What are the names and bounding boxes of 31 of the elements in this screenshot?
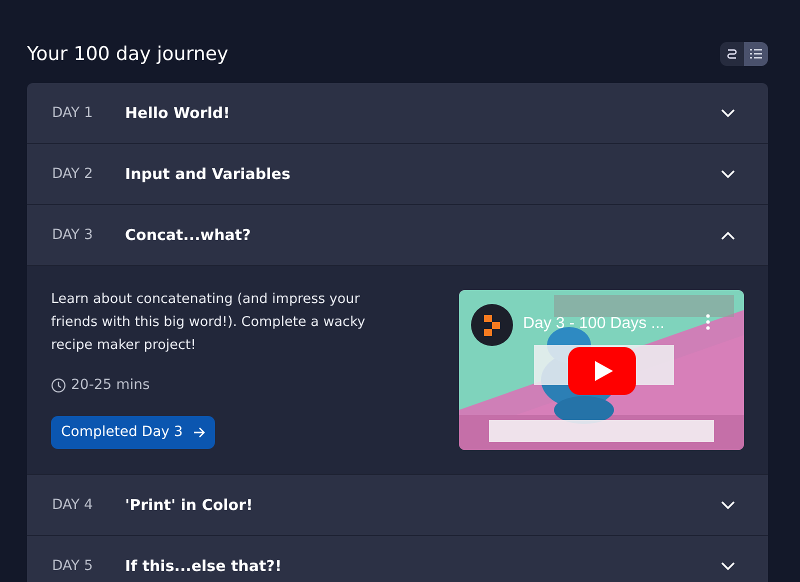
chevron-icon[interactable] (721, 230, 735, 240)
accordion-header[interactable]: DAY 2 Input and Variables (27, 144, 768, 205)
accordion-header[interactable]: DAY 4 'Print' in Color! (27, 475, 768, 536)
page-heading: Your 100 day journey (27, 42, 228, 66)
channel-logo-icon (471, 304, 513, 346)
list-view-button[interactable] (744, 42, 768, 66)
list-icon (750, 49, 762, 59)
path-icon (726, 48, 738, 60)
clock-icon (51, 378, 66, 393)
chevron-icon[interactable] (721, 170, 735, 178)
chevron-icon[interactable] (721, 108, 735, 118)
day-title: Concat...what? (125, 224, 252, 246)
day-title: If this...else that?! (125, 556, 283, 577)
chevron-icon[interactable] (721, 500, 735, 510)
play-button-icon[interactable] (568, 347, 636, 395)
more-options-icon[interactable] (706, 314, 710, 330)
day-label: DAY 3 (52, 226, 94, 244)
day-description: Learn about concatenating (and impress your friends with this big word!). Complete a wacky recipe maker project! (51, 290, 366, 355)
day-title: Input and Variables (125, 164, 292, 185)
day-title: 'Print' in Color! (125, 494, 254, 516)
arrow-right-icon (192, 427, 205, 438)
accordion-header[interactable]: DAY 1 Hello World! (27, 83, 768, 144)
day-label: DAY 2 (52, 164, 94, 184)
day-label: DAY 5 (52, 556, 94, 576)
accordion-header[interactable]: DAY 5 If this...else that?! (27, 536, 768, 582)
day-label: DAY 4 (52, 496, 94, 514)
chevron-icon[interactable] (721, 562, 735, 570)
completed-button[interactable]: Completed Day 3 (51, 416, 215, 449)
day-title: Hello World! (125, 102, 231, 124)
day-label: DAY 1 (52, 104, 94, 122)
duration-text: 20-25 mins (71, 376, 150, 395)
